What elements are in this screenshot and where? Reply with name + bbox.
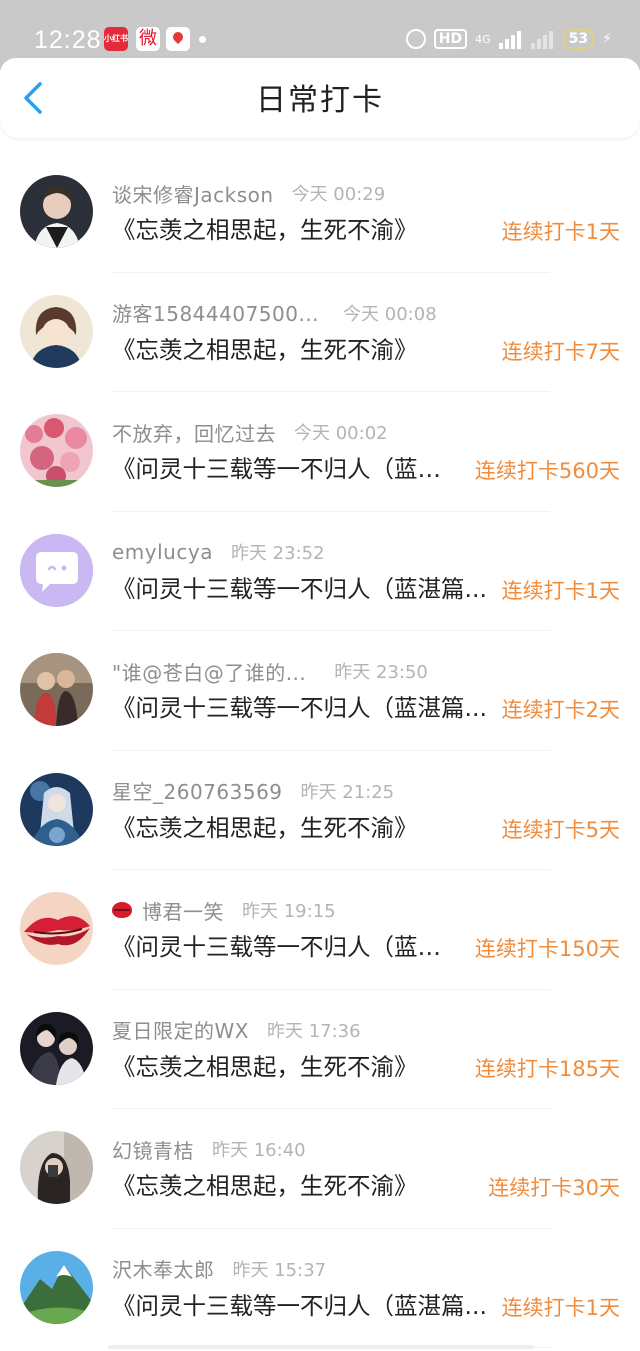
alarm-icon	[405, 29, 426, 49]
user-name[interactable]: 幻镜青桔	[112, 1135, 194, 1164]
avatar[interactable]	[20, 294, 93, 368]
timestamp: 今天 00:29	[291, 184, 386, 205]
list-item[interactable]: 不放弃，回忆过去 今天 00:02 《问灵十三载等一不归人（蓝湛... 连续打卡…	[0, 392, 640, 512]
list-item[interactable]: 幻镜青桔 昨天 16:40 《忘羡之相思起，生死不渝》 连续打卡30天	[0, 1109, 640, 1229]
item-meta: 夏日限定的WX 昨天 17:36	[112, 1016, 361, 1044]
timestamp: 昨天 17:36	[266, 1020, 361, 1042]
avatar[interactable]	[20, 1131, 93, 1204]
list-item[interactable]: 游客15844407500... 今天 00:08 《忘羡之相思起，生死不渝》 …	[0, 273, 640, 393]
streak-count: 连续打卡1天	[501, 220, 620, 244]
signal-2-icon	[530, 29, 555, 49]
item-meta: emylucya 昨天 23:52	[112, 538, 325, 566]
avatar[interactable]	[20, 1011, 93, 1085]
content-title[interactable]: 《问灵十三载等一不归人（蓝湛篇...	[112, 1291, 490, 1321]
item-meta: 幻镜青桔 昨天 16:40	[112, 1135, 306, 1163]
list-item[interactable]: 星空_260763569 昨天 21:25 《忘羡之相思起，生死不渝》 连续打卡…	[0, 751, 640, 871]
map-icon	[166, 27, 190, 51]
list-item[interactable]: 博君一笑 昨天 19:15 《问灵十三载等一不归人（蓝湛... 连续打卡150天	[0, 870, 640, 990]
network-label: 4G	[475, 32, 491, 46]
streak-count: 连续打卡560天	[474, 459, 620, 483]
item-meta: 游客15844407500... 今天 00:08	[112, 299, 437, 327]
item-meta: 博君一笑 昨天 19:15	[112, 896, 336, 924]
page-title: 日常打卡	[256, 83, 384, 118]
user-name[interactable]: emylucya	[112, 540, 213, 564]
user-name[interactable]: 不放弃，回忆过去	[112, 418, 276, 447]
streak-count: 连续打卡185天	[474, 1056, 620, 1081]
timestamp: 昨天 19:15	[242, 901, 336, 922]
checkin-list: 谈宋修睿Jackson 今天 00:29 《忘羡之相思起，生死不渝》 连续打卡1…	[0, 153, 640, 1348]
avatar[interactable]	[20, 653, 93, 726]
content-title[interactable]: 《问灵十三载等一不归人（蓝湛...	[112, 932, 462, 962]
item-meta: 谈宋修睿Jackson 今天 00:29	[112, 179, 385, 207]
item-meta: 星空_260763569 昨天 21:25	[112, 777, 394, 805]
content-title[interactable]: 《问灵十三载等一不归人（蓝湛篇...	[112, 574, 490, 604]
content-title[interactable]: 《忘羡之相思起，生死不渝》	[112, 1171, 472, 1201]
content-title[interactable]: 《忘羡之相思起，生死不渝》	[112, 813, 472, 843]
chat-bubble-icon	[20, 533, 93, 607]
item-meta: 不放弃，回忆过去 今天 00:02	[112, 418, 388, 446]
content-title[interactable]: 《忘羡之相思起，生死不渝》	[112, 215, 472, 245]
list-item[interactable]: 夏日限定的WX 昨天 17:36 《忘羡之相思起，生死不渝》 连续打卡185天	[0, 990, 640, 1110]
status-time: 12:28	[34, 26, 102, 54]
content-title[interactable]: 《忘羡之相思起，生死不渝》	[112, 335, 472, 365]
header-bar: 日常打卡	[0, 58, 640, 138]
user-name[interactable]: 谈宋修睿Jackson	[112, 179, 274, 208]
user-name[interactable]: 夏日限定的WX	[112, 1015, 249, 1044]
streak-count: 连续打卡1天	[501, 578, 620, 603]
system-icons: HD 4G 53 ⚡	[398, 26, 612, 52]
signal-icon	[498, 29, 523, 49]
user-name[interactable]: "谁@苍白@了谁的...	[112, 657, 306, 686]
streak-count: 连续打卡7天	[501, 339, 620, 364]
user-name[interactable]: 沢木奉太郎	[112, 1254, 215, 1283]
streak-count: 连续打卡150天	[474, 937, 620, 961]
timestamp: 昨天 23:52	[230, 542, 325, 564]
user-name[interactable]: 星空_260763569	[112, 776, 283, 805]
list-item[interactable]: 谈宋修睿Jackson 今天 00:29 《忘羡之相思起，生死不渝》 连续打卡1…	[0, 153, 640, 273]
avatar[interactable]	[20, 533, 93, 607]
battery-icon: 53	[562, 29, 595, 49]
item-meta: 沢木奉太郎 昨天 15:37	[112, 1255, 326, 1283]
timestamp: 昨天 15:37	[232, 1259, 327, 1281]
xiaohongshu-icon: 小红书	[104, 27, 128, 51]
hd-icon: HD	[433, 29, 468, 49]
timestamp: 昨天 16:40	[212, 1140, 306, 1161]
charging-icon: ⚡	[602, 31, 612, 47]
timestamp: 昨天 23:50	[334, 662, 428, 683]
user-name[interactable]: 游客15844407500...	[112, 298, 319, 327]
avatar[interactable]	[20, 772, 93, 846]
scroll-indicator	[108, 1345, 534, 1349]
avatar[interactable]	[20, 1250, 93, 1324]
streak-count: 连续打卡2天	[501, 698, 620, 722]
streak-count: 连续打卡30天	[488, 1176, 620, 1200]
streak-count: 连续打卡1天	[501, 1295, 620, 1320]
content-title[interactable]: 《问灵十三载等一不归人（蓝湛...	[112, 454, 462, 484]
content-title[interactable]: 《问灵十三载等一不归人（蓝湛篇...	[112, 693, 490, 723]
content-title[interactable]: 《忘羡之相思起，生死不渝》	[112, 1052, 472, 1082]
item-meta: "谁@苍白@了谁的... 昨天 23:50	[112, 657, 428, 685]
list-item[interactable]: "谁@苍白@了谁的... 昨天 23:50 《问灵十三载等一不归人（蓝湛篇...…	[0, 631, 640, 751]
avatar[interactable]	[20, 892, 93, 965]
user-name[interactable]: 博君一笑	[142, 896, 224, 925]
timestamp: 昨天 21:25	[300, 781, 395, 803]
avatar[interactable]	[20, 175, 93, 248]
list-item[interactable]: 沢木奉太郎 昨天 15:37 《问灵十三载等一不归人（蓝湛篇... 连续打卡1天	[0, 1229, 640, 1349]
weibo-icon: 微	[136, 27, 160, 51]
list-item[interactable]: emylucya 昨天 23:52 《问灵十三载等一不归人（蓝湛篇... 连续打…	[0, 512, 640, 632]
avatar[interactable]	[20, 414, 93, 487]
timestamp: 今天 00:08	[343, 303, 437, 325]
notification-dot-icon	[199, 36, 206, 43]
lips-icon	[112, 902, 132, 918]
timestamp: 今天 00:02	[294, 423, 388, 444]
streak-count: 连续打卡5天	[501, 817, 620, 842]
